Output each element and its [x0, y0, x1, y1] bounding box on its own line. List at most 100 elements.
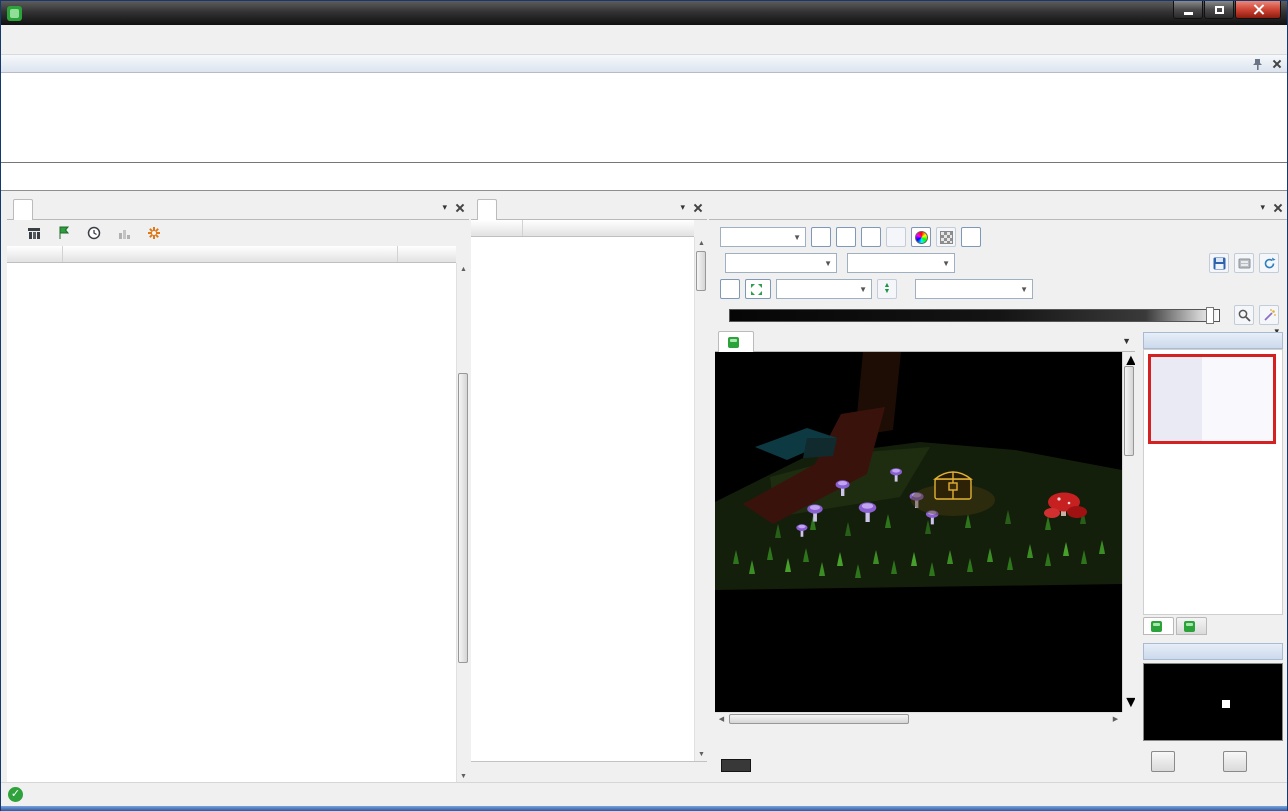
scrollbar-thumb[interactable]	[458, 373, 468, 663]
event-browser-tabbar: ▾	[7, 199, 469, 220]
column-name[interactable]	[63, 246, 398, 262]
up-down-arrows-icon: ▲▼	[884, 283, 891, 295]
tab-inputs[interactable]	[1176, 617, 1207, 635]
texture-viewer-panel: ▾ ▼ ▼ ▼	[709, 199, 1287, 783]
scrollbar-thumb[interactable]	[729, 714, 909, 724]
green-channel-button[interactable]	[836, 227, 856, 247]
zoom-range-button[interactable]	[1234, 305, 1254, 325]
checkerboard-icon	[940, 231, 953, 244]
pin-icon[interactable]	[1252, 58, 1263, 70]
zoom-select[interactable]: ▼	[776, 279, 872, 299]
fb0-thumbnail[interactable]	[1148, 354, 1276, 444]
timeline-divider	[1, 162, 1287, 163]
menubar	[1, 25, 1287, 55]
red-channel-button[interactable]	[811, 227, 831, 247]
refresh-button[interactable]	[1259, 253, 1279, 273]
scroll-down-icon[interactable]: ▼	[1123, 694, 1135, 712]
scrollbar-thumb[interactable]	[696, 251, 706, 291]
texture-display[interactable]: ▲ ▼	[715, 352, 1135, 712]
column-eid[interactable]	[471, 220, 523, 236]
event-browser-header	[7, 246, 456, 263]
magnifier-icon	[1238, 309, 1251, 322]
save-texture-button[interactable]	[1209, 253, 1229, 273]
tab-texture-unbound[interactable]	[718, 331, 754, 352]
panel-close-icon[interactable]	[456, 204, 464, 212]
custom-shader-button[interactable]	[911, 227, 931, 247]
minimize-button[interactable]	[1173, 1, 1203, 19]
event-browser-toolbar	[7, 220, 469, 246]
goto-eid-button[interactable]	[53, 223, 75, 243]
texture-list-icon	[1238, 257, 1251, 270]
tab-api-calls[interactable]	[477, 199, 497, 220]
close-button[interactable]	[1235, 1, 1281, 19]
scroll-up-icon[interactable]: ▲	[695, 237, 708, 250]
bookmark-button[interactable]	[143, 223, 165, 243]
outputs-header	[1143, 332, 1283, 349]
browse-button[interactable]	[23, 223, 45, 243]
scroll-left-icon[interactable]: ◀	[715, 713, 728, 726]
slice-face-select[interactable]: ▼	[847, 253, 955, 273]
channels-select[interactable]: ▼	[720, 227, 806, 247]
minimize-icon	[1184, 12, 1193, 15]
debug-button[interactable]	[1223, 751, 1247, 772]
column-api-call[interactable]	[523, 220, 694, 236]
panel-menu-icon[interactable]: ▾	[1260, 203, 1265, 212]
texture-horizontal-scrollbar[interactable]: ◀ ▶	[715, 712, 1122, 725]
bookmark-star-icon	[147, 226, 161, 240]
time-draws-button[interactable]	[83, 223, 105, 243]
gamma-button[interactable]	[961, 227, 981, 247]
scroll-up-icon[interactable]: ▲	[457, 263, 470, 276]
fit-button[interactable]	[745, 279, 771, 299]
titlebar[interactable]	[1, 1, 1287, 25]
blue-channel-button[interactable]	[861, 227, 881, 247]
texture-tab-list-icon[interactable]: ▼	[1122, 337, 1131, 346]
tab-event-browser[interactable]	[13, 199, 33, 220]
panel-menu-icon[interactable]: ▾	[442, 203, 447, 212]
history-button[interactable]	[1151, 751, 1175, 772]
range-toolbar	[715, 304, 1279, 326]
tab-outputs[interactable]	[1143, 617, 1174, 635]
panel-close-icon[interactable]	[1274, 204, 1282, 212]
stats-button[interactable]	[113, 223, 135, 243]
renderdoc-texture-icon	[1151, 621, 1162, 632]
timeline[interactable]	[1, 73, 1287, 191]
scroll-down-icon[interactable]: ▼	[695, 748, 708, 761]
open-texture-list-button[interactable]	[1234, 253, 1254, 273]
color-wheel-icon	[915, 231, 928, 244]
api-calls-scrollbar[interactable]: ▲ ▼	[694, 237, 707, 761]
zoom-1to1-button[interactable]	[720, 279, 740, 299]
overlay-select[interactable]: ▼	[915, 279, 1033, 299]
texture-image[interactable]	[715, 352, 1122, 712]
event-browser-scrollbar[interactable]: ▲ ▼	[456, 263, 469, 783]
mip-select[interactable]: ▼	[725, 253, 837, 273]
picked-color-swatch	[721, 759, 751, 772]
right-panel-tabbar	[709, 199, 1287, 220]
chevron-down-icon: ▼	[793, 233, 801, 242]
texture-vertical-scrollbar[interactable]: ▲ ▼	[1122, 352, 1135, 712]
column-eid[interactable]	[7, 246, 63, 262]
range-slider[interactable]	[729, 309, 1220, 322]
fit-arrows-icon	[751, 284, 762, 295]
maximize-button[interactable]	[1204, 1, 1234, 19]
panel-menu-icon[interactable]: ▾	[680, 203, 685, 212]
alpha-channel-button[interactable]	[886, 227, 906, 247]
checker-background-button[interactable]	[936, 227, 956, 247]
picked-pixel-marker	[1222, 700, 1230, 708]
callstack-section[interactable]	[471, 761, 707, 783]
pixel-context-view[interactable]	[1143, 663, 1283, 741]
column-duration[interactable]	[398, 246, 456, 262]
panel-close-icon[interactable]	[694, 204, 702, 212]
range-slider-handle[interactable]	[1206, 307, 1214, 324]
renderdoc-texture-icon	[728, 337, 739, 348]
flip-y-button[interactable]: ▲▼	[877, 279, 897, 299]
renderdoc-texture-icon	[1184, 621, 1195, 632]
scroll-right-icon[interactable]: ▶	[1109, 713, 1122, 726]
chevron-down-icon: ▼	[1020, 285, 1028, 294]
scrollbar-thumb[interactable]	[1124, 366, 1134, 456]
chevron-down-icon: ▼	[824, 259, 832, 268]
timeline-close-icon[interactable]	[1273, 60, 1281, 68]
pixel-context-header	[1143, 643, 1283, 660]
save-icon	[1213, 257, 1226, 270]
renderdoc-window: ▾ ▲ ▼ ▾	[0, 0, 1288, 811]
autofit-range-button[interactable]	[1259, 305, 1279, 325]
